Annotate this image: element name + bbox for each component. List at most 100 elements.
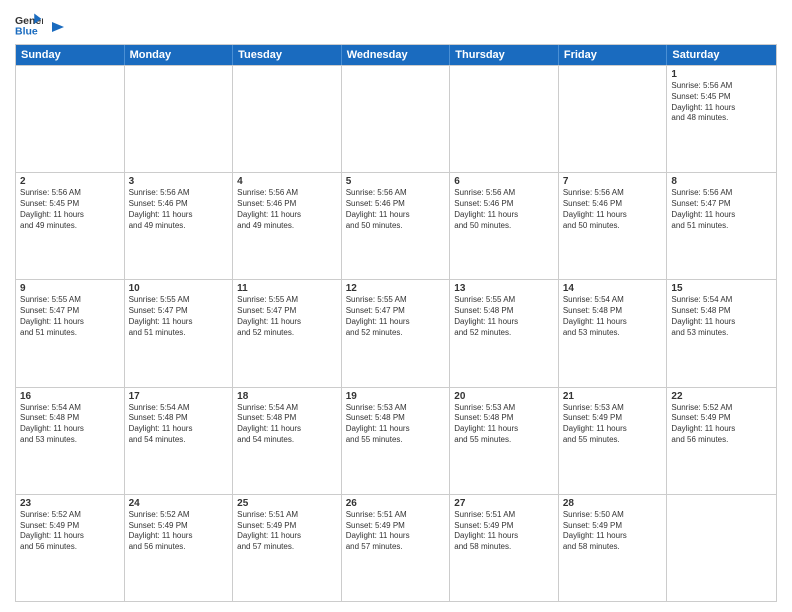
day-info: Sunrise: 5:55 AM Sunset: 5:47 PM Dayligh… (346, 295, 446, 338)
weekday-header-tuesday: Tuesday (233, 45, 342, 65)
day-info: Sunrise: 5:54 AM Sunset: 5:48 PM Dayligh… (671, 295, 772, 338)
weekday-header-saturday: Saturday (667, 45, 776, 65)
day-info: Sunrise: 5:51 AM Sunset: 5:49 PM Dayligh… (454, 510, 554, 553)
calendar: SundayMondayTuesdayWednesdayThursdayFrid… (15, 44, 777, 602)
day-number: 28 (563, 498, 663, 509)
day-number: 2 (20, 176, 120, 187)
weekday-header-friday: Friday (559, 45, 668, 65)
day-number: 6 (454, 176, 554, 187)
day-info: Sunrise: 5:54 AM Sunset: 5:48 PM Dayligh… (20, 403, 120, 446)
weekday-header-sunday: Sunday (16, 45, 125, 65)
calendar-cell-day-27: 27Sunrise: 5:51 AM Sunset: 5:49 PM Dayli… (450, 495, 559, 601)
day-number: 8 (671, 176, 772, 187)
calendar-cell-day-16: 16Sunrise: 5:54 AM Sunset: 5:48 PM Dayli… (16, 388, 125, 494)
day-number: 24 (129, 498, 229, 509)
calendar-cell-day-4: 4Sunrise: 5:56 AM Sunset: 5:46 PM Daylig… (233, 173, 342, 279)
day-number: 22 (671, 391, 772, 402)
day-info: Sunrise: 5:51 AM Sunset: 5:49 PM Dayligh… (346, 510, 446, 553)
calendar-cell-empty (559, 66, 668, 172)
calendar-cell-day-24: 24Sunrise: 5:52 AM Sunset: 5:49 PM Dayli… (125, 495, 234, 601)
day-info: Sunrise: 5:56 AM Sunset: 5:46 PM Dayligh… (563, 188, 663, 231)
day-info: Sunrise: 5:52 AM Sunset: 5:49 PM Dayligh… (20, 510, 120, 553)
day-number: 23 (20, 498, 120, 509)
calendar-cell-empty (667, 495, 776, 601)
day-number: 25 (237, 498, 337, 509)
day-number: 5 (346, 176, 446, 187)
day-info: Sunrise: 5:55 AM Sunset: 5:47 PM Dayligh… (129, 295, 229, 338)
day-info: Sunrise: 5:54 AM Sunset: 5:48 PM Dayligh… (129, 403, 229, 446)
calendar-cell-day-9: 9Sunrise: 5:55 AM Sunset: 5:47 PM Daylig… (16, 280, 125, 386)
day-number: 16 (20, 391, 120, 402)
day-number: 9 (20, 283, 120, 294)
day-info: Sunrise: 5:56 AM Sunset: 5:46 PM Dayligh… (237, 188, 337, 231)
calendar-cell-day-18: 18Sunrise: 5:54 AM Sunset: 5:48 PM Dayli… (233, 388, 342, 494)
calendar-row-3: 9Sunrise: 5:55 AM Sunset: 5:47 PM Daylig… (16, 279, 776, 386)
day-info: Sunrise: 5:55 AM Sunset: 5:48 PM Dayligh… (454, 295, 554, 338)
day-number: 10 (129, 283, 229, 294)
day-info: Sunrise: 5:54 AM Sunset: 5:48 PM Dayligh… (237, 403, 337, 446)
day-info: Sunrise: 5:54 AM Sunset: 5:48 PM Dayligh… (563, 295, 663, 338)
calendar-cell-day-3: 3Sunrise: 5:56 AM Sunset: 5:46 PM Daylig… (125, 173, 234, 279)
day-info: Sunrise: 5:55 AM Sunset: 5:47 PM Dayligh… (20, 295, 120, 338)
calendar-cell-day-22: 22Sunrise: 5:52 AM Sunset: 5:49 PM Dayli… (667, 388, 776, 494)
calendar-row-2: 2Sunrise: 5:56 AM Sunset: 5:45 PM Daylig… (16, 172, 776, 279)
logo-icon: General Blue (15, 10, 43, 38)
logo: General Blue (15, 10, 67, 38)
calendar-cell-day-12: 12Sunrise: 5:55 AM Sunset: 5:47 PM Dayli… (342, 280, 451, 386)
calendar-cell-day-23: 23Sunrise: 5:52 AM Sunset: 5:49 PM Dayli… (16, 495, 125, 601)
day-number: 13 (454, 283, 554, 294)
day-number: 4 (237, 176, 337, 187)
day-info: Sunrise: 5:56 AM Sunset: 5:45 PM Dayligh… (20, 188, 120, 231)
calendar-cell-day-11: 11Sunrise: 5:55 AM Sunset: 5:47 PM Dayli… (233, 280, 342, 386)
calendar-cell-empty (342, 66, 451, 172)
day-number: 19 (346, 391, 446, 402)
calendar-cell-day-26: 26Sunrise: 5:51 AM Sunset: 5:49 PM Dayli… (342, 495, 451, 601)
day-info: Sunrise: 5:52 AM Sunset: 5:49 PM Dayligh… (129, 510, 229, 553)
calendar-cell-empty (233, 66, 342, 172)
day-info: Sunrise: 5:53 AM Sunset: 5:49 PM Dayligh… (563, 403, 663, 446)
calendar-cell-day-15: 15Sunrise: 5:54 AM Sunset: 5:48 PM Dayli… (667, 280, 776, 386)
day-info: Sunrise: 5:56 AM Sunset: 5:46 PM Dayligh… (454, 188, 554, 231)
svg-text:Blue: Blue (15, 26, 38, 38)
calendar-header: SundayMondayTuesdayWednesdayThursdayFrid… (16, 45, 776, 65)
calendar-cell-day-14: 14Sunrise: 5:54 AM Sunset: 5:48 PM Dayli… (559, 280, 668, 386)
day-number: 12 (346, 283, 446, 294)
calendar-cell-day-10: 10Sunrise: 5:55 AM Sunset: 5:47 PM Dayli… (125, 280, 234, 386)
calendar-cell-day-1: 1Sunrise: 5:56 AM Sunset: 5:45 PM Daylig… (667, 66, 776, 172)
day-number: 1 (671, 69, 772, 80)
calendar-cell-day-25: 25Sunrise: 5:51 AM Sunset: 5:49 PM Dayli… (233, 495, 342, 601)
calendar-cell-day-20: 20Sunrise: 5:53 AM Sunset: 5:48 PM Dayli… (450, 388, 559, 494)
calendar-cell-day-13: 13Sunrise: 5:55 AM Sunset: 5:48 PM Dayli… (450, 280, 559, 386)
calendar-cell-empty (450, 66, 559, 172)
weekday-header-monday: Monday (125, 45, 234, 65)
calendar-row-5: 23Sunrise: 5:52 AM Sunset: 5:49 PM Dayli… (16, 494, 776, 601)
day-number: 21 (563, 391, 663, 402)
day-info: Sunrise: 5:56 AM Sunset: 5:47 PM Dayligh… (671, 188, 772, 231)
calendar-cell-day-5: 5Sunrise: 5:56 AM Sunset: 5:46 PM Daylig… (342, 173, 451, 279)
page-header: General Blue (15, 10, 777, 38)
day-number: 18 (237, 391, 337, 402)
day-info: Sunrise: 5:51 AM Sunset: 5:49 PM Dayligh… (237, 510, 337, 553)
calendar-cell-day-6: 6Sunrise: 5:56 AM Sunset: 5:46 PM Daylig… (450, 173, 559, 279)
calendar-body: 1 Sunrise: 5:56 AM Sunset: 5:45 PM Daylig… (16, 65, 776, 601)
day-info: Sunrise: 5:56 AM Sunset: 5:46 PM Dayligh… (346, 188, 446, 231)
day-info: Sunrise: 5:53 AM Sunset: 5:48 PM Dayligh… (346, 403, 446, 446)
day-number: 20 (454, 391, 554, 402)
day-info: Sunrise: 5:53 AM Sunset: 5:48 PM Dayligh… (454, 403, 554, 446)
day-info: Sunrise: 5:52 AM Sunset: 5:49 PM Dayligh… (671, 403, 772, 446)
day-number: 15 (671, 283, 772, 294)
calendar-cell-day-8: 8Sunrise: 5:56 AM Sunset: 5:47 PM Daylig… (667, 173, 776, 279)
day-number: 14 (563, 283, 663, 294)
calendar-row-1: 1Sunrise: 5:56 AM Sunset: 5:45 PM Daylig… (16, 65, 776, 172)
calendar-cell-day-2: 2Sunrise: 5:56 AM Sunset: 5:45 PM Daylig… (16, 173, 125, 279)
weekday-header-thursday: Thursday (450, 45, 559, 65)
logo-triangle (48, 18, 66, 36)
calendar-cell-empty (125, 66, 234, 172)
day-info: Sunrise: 5:55 AM Sunset: 5:47 PM Dayligh… (237, 295, 337, 338)
day-info: Sunrise: 5:50 AM Sunset: 5:49 PM Dayligh… (563, 510, 663, 553)
day-number: 17 (129, 391, 229, 402)
calendar-cell-day-7: 7Sunrise: 5:56 AM Sunset: 5:46 PM Daylig… (559, 173, 668, 279)
calendar-cell-day-17: 17Sunrise: 5:54 AM Sunset: 5:48 PM Dayli… (125, 388, 234, 494)
day-number: 7 (563, 176, 663, 187)
day-number: 3 (129, 176, 229, 187)
